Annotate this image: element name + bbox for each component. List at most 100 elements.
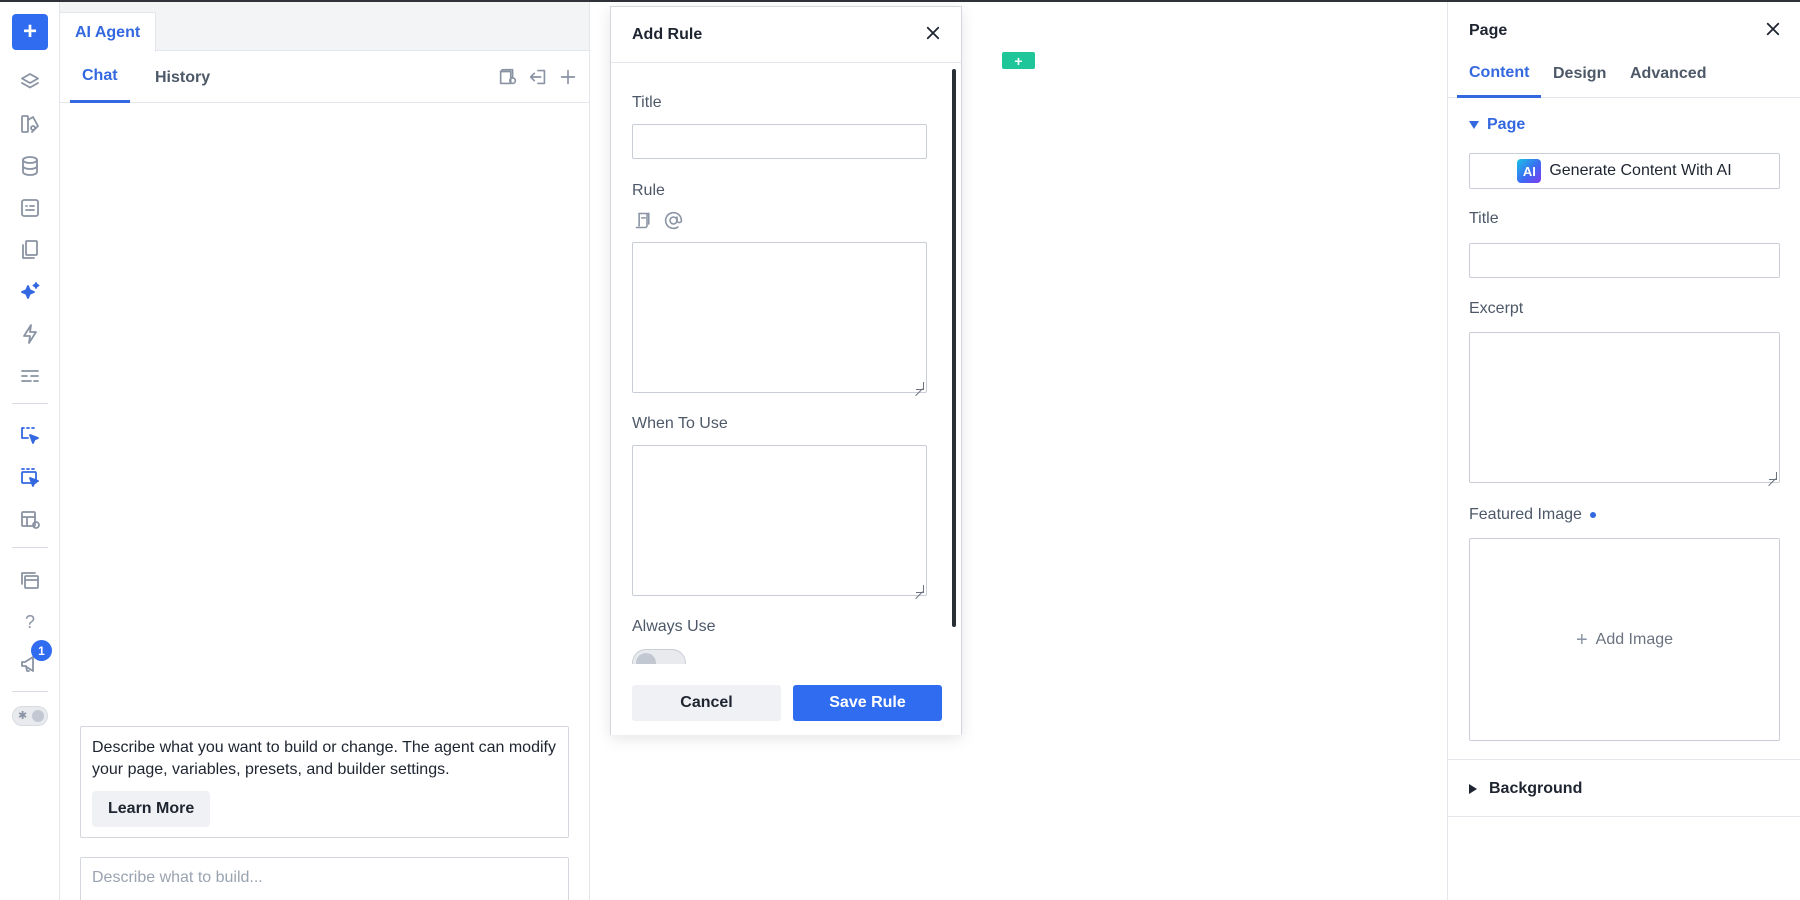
- caret-down-icon: [1469, 121, 1479, 129]
- modal-title: Add Rule: [632, 26, 703, 43]
- canvas-add-button[interactable]: +: [1002, 52, 1035, 69]
- modal-header: Add Rule: [611, 7, 961, 63]
- multi-select-cursor-icon: [21, 468, 39, 487]
- interactions-button[interactable]: [12, 316, 48, 352]
- page-section-toggle[interactable]: Page: [1469, 116, 1525, 134]
- settings-bars-button[interactable]: [12, 358, 48, 394]
- panel-close-button[interactable]: [1762, 18, 1784, 40]
- close-icon: [1766, 22, 1780, 36]
- rule-label: Rule: [632, 182, 665, 199]
- agent-info-box: Describe what you want to build or chang…: [80, 726, 569, 838]
- tab-history[interactable]: History: [143, 52, 222, 103]
- ai-logo-icon: AI: [1517, 159, 1542, 183]
- components-button[interactable]: [12, 106, 48, 142]
- exit-icon: [529, 69, 546, 85]
- excerpt-textarea[interactable]: [1470, 333, 1779, 482]
- select-button[interactable]: [12, 418, 48, 454]
- toggle-knob: [636, 653, 656, 664]
- database-button[interactable]: [12, 148, 48, 184]
- save-rule-button[interactable]: Save Rule: [793, 685, 942, 721]
- modal-body: Title Rule When To Use Always Use: [611, 64, 961, 664]
- tab-content[interactable]: Content: [1457, 50, 1542, 98]
- insert-template-button[interactable]: [632, 209, 654, 231]
- tab-design[interactable]: Design: [1553, 50, 1606, 98]
- background-section-label: Background: [1489, 780, 1583, 797]
- featured-image-text: Featured Image: [1469, 506, 1582, 523]
- section-divider: [1448, 816, 1800, 817]
- lightning-icon: [23, 324, 37, 344]
- agent-info-text: Describe what you want to build or chang…: [92, 739, 556, 778]
- when-to-use-label: When To Use: [632, 415, 728, 432]
- help-button[interactable]: ?: [12, 604, 48, 640]
- pages-button[interactable]: [12, 232, 48, 268]
- page-title-input[interactable]: [1470, 244, 1779, 277]
- learn-more-button[interactable]: Learn More: [92, 791, 211, 827]
- theme-toggle[interactable]: ✱: [12, 706, 48, 726]
- agent-prompt-input[interactable]: [81, 858, 568, 898]
- ai-sparkle-icon: [21, 282, 40, 299]
- plus-icon: +: [1575, 628, 1588, 651]
- new-chat-button[interactable]: [556, 65, 580, 89]
- plus-icon: +: [22, 18, 37, 45]
- windows-icon: [21, 572, 39, 589]
- notification-badge: 1: [31, 640, 52, 661]
- excerpt-field[interactable]: [1469, 332, 1780, 483]
- generate-content-button[interactable]: AI Generate Content With AI: [1469, 153, 1780, 189]
- add-rule-modal: Add Rule Title Rule When To Use Always U: [610, 6, 962, 735]
- excerpt-label: Excerpt: [1469, 300, 1524, 317]
- close-icon: [926, 26, 940, 40]
- multi-select-button[interactable]: [12, 460, 48, 496]
- modal-scrollbar[interactable]: [952, 69, 956, 627]
- exit-button[interactable]: [526, 65, 550, 89]
- tab-ai-agent[interactable]: AI Agent: [60, 12, 157, 52]
- resize-handle[interactable]: [916, 585, 924, 593]
- layers-icon: [21, 73, 39, 89]
- rule-title-input[interactable]: [633, 125, 926, 158]
- ai-agent-panel: AI Agent Chat History Describe what you …: [60, 2, 590, 900]
- properties-panel: Page Content Design Advanced Page AI Gen…: [1447, 2, 1800, 900]
- caret-right-icon: [1469, 784, 1477, 794]
- agent-tab-bar: AI Agent: [60, 2, 589, 52]
- form-icon: [21, 199, 39, 217]
- add-image-label: Add Image: [1595, 630, 1674, 648]
- generate-content-label: Generate Content With AI: [1549, 162, 1732, 179]
- section-divider: [1448, 759, 1800, 760]
- tab-chat[interactable]: Chat: [70, 52, 130, 103]
- panel-title: Page: [1469, 22, 1508, 39]
- sun-icon: ✱: [18, 710, 28, 722]
- rule-body-textarea[interactable]: [633, 243, 926, 392]
- scroll-doc-icon: [635, 212, 650, 228]
- background-section-toggle[interactable]: Background: [1469, 780, 1582, 798]
- cancel-button[interactable]: Cancel: [632, 685, 781, 721]
- components-icon: [21, 115, 39, 133]
- at-sign-icon: [664, 211, 682, 229]
- rules-book-icon: [499, 68, 517, 85]
- pages-icon: [22, 240, 38, 259]
- template-preview-button[interactable]: [12, 502, 48, 538]
- resize-handle[interactable]: [1769, 472, 1777, 480]
- rules-button[interactable]: [496, 65, 520, 89]
- windows-button[interactable]: [12, 562, 48, 598]
- modal-close-button[interactable]: [922, 22, 944, 44]
- rule-title-field[interactable]: [632, 124, 927, 159]
- add-image-dropzone[interactable]: + Add Image: [1469, 538, 1780, 741]
- when-to-use-textarea[interactable]: [633, 446, 926, 595]
- template-preview-icon: [21, 511, 40, 529]
- rule-title-label: Title: [632, 94, 662, 111]
- add-element-button[interactable]: +: [12, 14, 48, 50]
- left-toolbar: + ? 1 ✱: [0, 2, 60, 900]
- always-use-toggle[interactable]: [632, 649, 686, 664]
- featured-image-label: Featured Image: [1469, 506, 1596, 524]
- plus-icon: [560, 69, 576, 85]
- agent-prompt-field[interactable]: [80, 857, 569, 900]
- ai-button[interactable]: [12, 274, 48, 310]
- forms-button[interactable]: [12, 190, 48, 226]
- page-title-field[interactable]: [1469, 243, 1780, 278]
- layers-button[interactable]: [12, 64, 48, 100]
- when-to-use-field[interactable]: [632, 445, 927, 596]
- select-cursor-icon: [21, 427, 39, 444]
- rule-body-field[interactable]: [632, 242, 927, 393]
- mention-button[interactable]: [662, 209, 684, 231]
- tab-advanced[interactable]: Advanced: [1630, 50, 1706, 98]
- resize-handle[interactable]: [916, 382, 924, 390]
